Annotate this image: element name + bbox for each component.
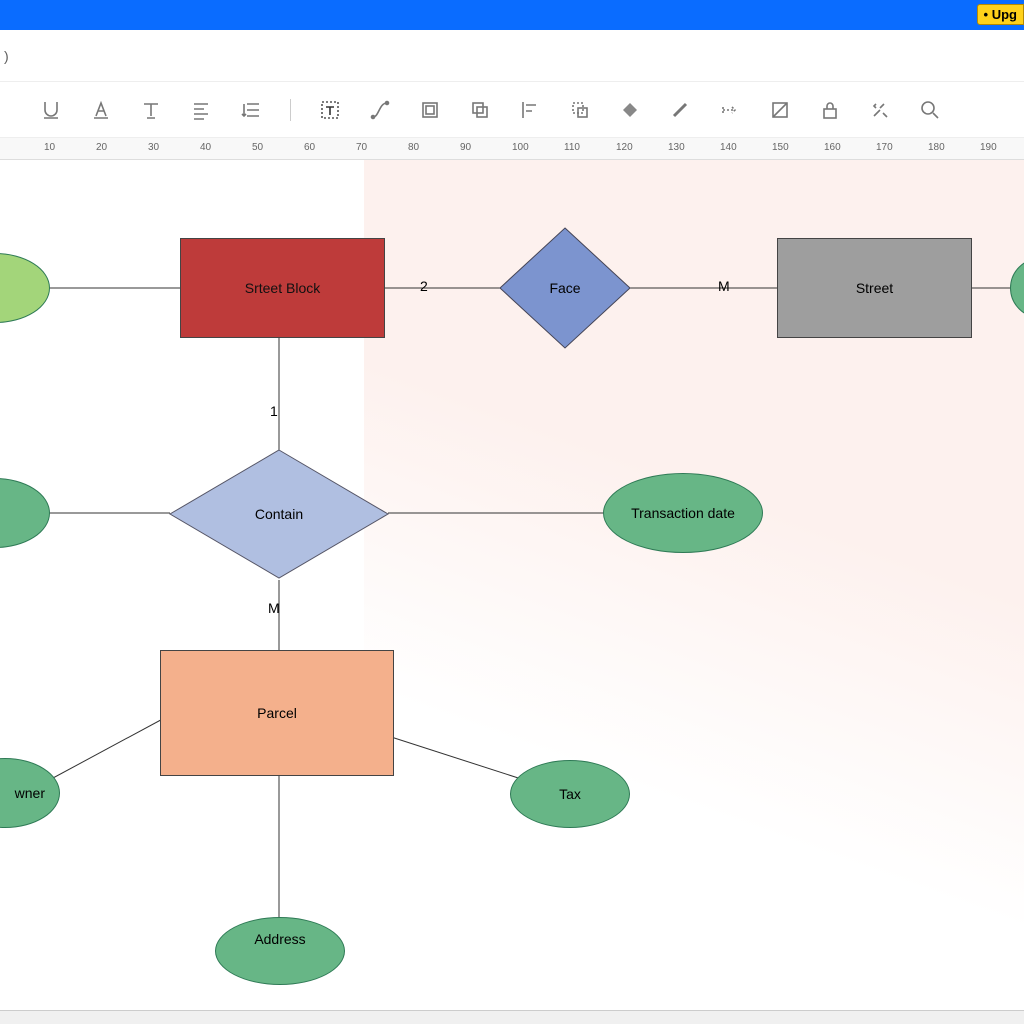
card-contain-parcel: M [268,600,280,616]
separator [290,99,291,121]
horizontal-scrollbar[interactable] [0,1010,1024,1024]
tools-icon[interactable] [869,99,891,121]
font-color-icon[interactable] [90,99,112,121]
line-spacing-icon[interactable] [240,99,262,121]
title-bar: ) [0,30,1024,82]
app-header: • Upg [0,0,1024,30]
align-left-icon[interactable] [519,99,541,121]
card-face-street: M [718,278,730,294]
attribute-address[interactable]: Address [215,917,345,985]
fill-icon[interactable] [619,99,641,121]
entity-street-block[interactable]: Srteet Block [180,238,385,338]
arrow-style-icon[interactable] [719,99,741,121]
opacity-icon[interactable] [769,99,791,121]
upgrade-label: Upg [992,7,1017,22]
text-box-icon[interactable] [319,99,341,121]
entity-parcel[interactable]: Parcel [160,650,394,776]
card-block-contain: 1 [270,403,278,419]
relationship-face[interactable]: Face [500,228,630,348]
lock-icon[interactable] [819,99,841,121]
stroke-icon[interactable] [669,99,691,121]
title-suffix: ) [4,48,9,64]
entity-street[interactable]: Street [777,238,972,338]
search-icon[interactable] [919,99,941,121]
copy-icon[interactable] [469,99,491,121]
attribute-transaction-date[interactable]: Transaction date [603,473,763,553]
diagram-canvas[interactable]: Srteet Block Face Street 2 M 1 M Contain… [0,160,1024,1024]
connector-icon[interactable] [369,99,391,121]
attribute-tax[interactable]: Tax [510,760,630,828]
card-block-face: 2 [420,278,428,294]
align-icon[interactable] [190,99,212,121]
relationship-contain[interactable]: Contain [170,450,388,578]
underline-icon[interactable] [40,99,62,121]
group-icon[interactable] [569,99,591,121]
text-style-icon[interactable] [140,99,162,121]
frame-icon[interactable] [419,99,441,121]
horizontal-ruler: 0102030405060708090100110120130140150160… [0,138,1024,160]
upgrade-button[interactable]: • Upg [977,4,1024,25]
format-toolbar [0,82,1024,138]
